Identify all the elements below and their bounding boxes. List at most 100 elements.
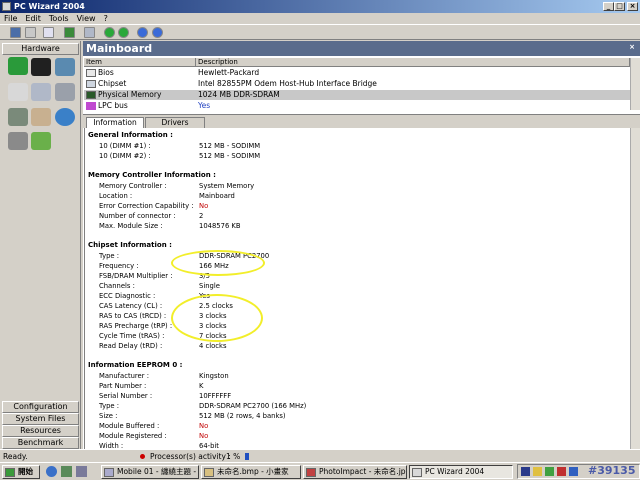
tray-antivirus-icon[interactable] — [557, 467, 566, 476]
content-scrollbar[interactable] — [630, 128, 640, 450]
menu-view[interactable]: View — [73, 13, 100, 24]
list-item[interactable]: LPC bus Yes — [84, 101, 630, 111]
info-value: No — [199, 432, 209, 440]
devices-icon[interactable] — [8, 83, 28, 101]
maximize-button[interactable]: □ — [614, 2, 625, 11]
info-label: 10 (DIMM #2) : — [99, 152, 151, 160]
section-header: Mainboard — [83, 41, 640, 56]
sidebar-benchmark[interactable]: Benchmark — [2, 437, 79, 449]
window-title: PC Wizard 2004 — [14, 2, 85, 11]
task-mobile01[interactable]: Mobile 01 - 纏繞主題 - ... — [101, 465, 199, 479]
info-value: Single — [199, 282, 220, 290]
menu-tools[interactable]: Tools — [45, 13, 73, 24]
activity-icon — [140, 454, 145, 459]
info-value: 1048576 KB — [199, 222, 241, 230]
info-value: 512 MB - SODIMM — [199, 152, 261, 160]
power-icon[interactable] — [31, 132, 51, 150]
info-label: Channels : — [99, 282, 135, 290]
network-icon[interactable] — [55, 108, 75, 126]
window-titlebar: PC Wizard 2004 — [0, 0, 640, 13]
info-label: RAS to CAS (tRCD) : — [99, 312, 167, 320]
task-label: Mobile 01 - 纏繞主題 - ... — [117, 467, 199, 476]
chipset-icon — [86, 80, 96, 88]
activity-bar — [245, 453, 249, 460]
refresh-icon[interactable] — [25, 27, 36, 38]
info-label: Location : — [99, 192, 133, 200]
status-bar: Ready. Processor(s) activity : 1 % — [0, 449, 640, 462]
info-label: Module Registered : — [99, 432, 167, 440]
globe-icon[interactable] — [137, 27, 148, 38]
outlook-icon[interactable] — [76, 466, 87, 477]
menu-help[interactable]: ? — [100, 13, 112, 24]
printers-icon[interactable] — [55, 83, 75, 101]
task-paint[interactable]: 未命名.bmp - 小畫家 — [201, 465, 301, 479]
info-value: DDR-SDRAM PC2700 (166 MHz) — [199, 402, 307, 410]
tab-drivers[interactable]: Drivers — [145, 117, 205, 128]
watermark: #39135 — [588, 464, 636, 477]
info-value: System Memory — [199, 182, 255, 190]
task-label: PhotoImpact - 未命名.jpg — [319, 467, 407, 476]
info-value: No — [199, 422, 209, 430]
list-item[interactable]: Chipset Intel 82855PM Odem Host-Hub Inter… — [84, 79, 630, 89]
column-item[interactable]: Item — [84, 58, 196, 67]
forward-icon[interactable] — [118, 27, 129, 38]
tray-network-icon[interactable] — [545, 467, 554, 476]
copy-icon[interactable] — [43, 27, 54, 38]
task-pcwizard[interactable]: PC Wizard 2004 — [409, 465, 513, 479]
sidebar-configuration[interactable]: Configuration — [2, 401, 79, 413]
pcwizard-icon — [412, 468, 422, 477]
search-icon[interactable] — [84, 27, 95, 38]
menu-edit[interactable]: Edit — [21, 13, 45, 24]
menu-file[interactable]: File — [0, 13, 21, 24]
info-value: No — [199, 202, 209, 210]
info-label: Type : — [99, 402, 120, 410]
ie-icon[interactable] — [46, 466, 57, 477]
list-item-selected[interactable]: Physical Memory 1024 MB DDR-SDRAM — [84, 90, 630, 100]
info-label: Size : — [99, 412, 118, 420]
task-photoimpact[interactable]: PhotoImpact - 未命名.jpg — [303, 465, 407, 479]
minimize-button[interactable]: _ — [603, 2, 614, 11]
mainboard-icon[interactable] — [8, 57, 28, 75]
sidebar-resources[interactable]: Resources — [2, 425, 79, 437]
general-title: General Information : — [88, 131, 173, 139]
tray-monitor-icon[interactable] — [569, 467, 578, 476]
info-label: Serial Number : — [99, 392, 153, 400]
save-icon[interactable] — [10, 27, 21, 38]
ports-icon[interactable] — [8, 132, 28, 150]
close-button[interactable]: × — [627, 2, 638, 11]
column-description[interactable]: Description — [196, 58, 630, 67]
info-label: Memory Controller : — [99, 182, 167, 190]
info-value: 4 clocks — [199, 342, 227, 350]
app-icon — [2, 2, 11, 11]
list-scrollbar[interactable] — [630, 58, 640, 110]
info-value: Mainboard — [199, 192, 235, 200]
info-label: Frequency : — [99, 262, 139, 270]
list-item[interactable]: Bios Hewlett-Packard — [84, 68, 630, 78]
sidebar-hardware-header[interactable]: Hardware — [2, 43, 79, 55]
start-button[interactable]: 開始 — [2, 465, 40, 479]
highlight-ellipse — [171, 294, 263, 342]
menu-bar: File Edit Tools View? — [0, 13, 640, 24]
video-icon[interactable] — [55, 58, 75, 76]
desktop-icon[interactable] — [61, 466, 72, 477]
task-label: 未命名.bmp - 小畫家 — [217, 467, 289, 476]
processor-icon[interactable] — [31, 58, 51, 76]
panel-close-icon[interactable]: × — [627, 44, 637, 53]
sound-icon[interactable] — [31, 108, 51, 126]
tray-volume-icon[interactable] — [533, 467, 542, 476]
info-label: Error Correction Capability : — [99, 202, 194, 210]
info-value: 512 MB - SODIMM — [199, 142, 261, 150]
tray-keyboard-icon[interactable] — [521, 467, 530, 476]
report-icon[interactable] — [64, 27, 75, 38]
sidebar-system-files[interactable]: System Files — [2, 413, 79, 425]
information-content: General Information : 10 (DIMM #1) : 512 … — [84, 128, 630, 450]
info-label: CAS Latency (CL) : — [99, 302, 163, 310]
list-header: Item Description — [84, 58, 630, 67]
info-label: ECC Diagnostic : — [99, 292, 156, 300]
drives-icon[interactable] — [8, 108, 28, 126]
peripherals-icon[interactable] — [31, 83, 51, 101]
info-value: Kingston — [199, 372, 229, 380]
info-value: 10FFFFFF — [199, 392, 232, 400]
help-icon[interactable] — [152, 27, 163, 38]
back-icon[interactable] — [104, 27, 115, 38]
